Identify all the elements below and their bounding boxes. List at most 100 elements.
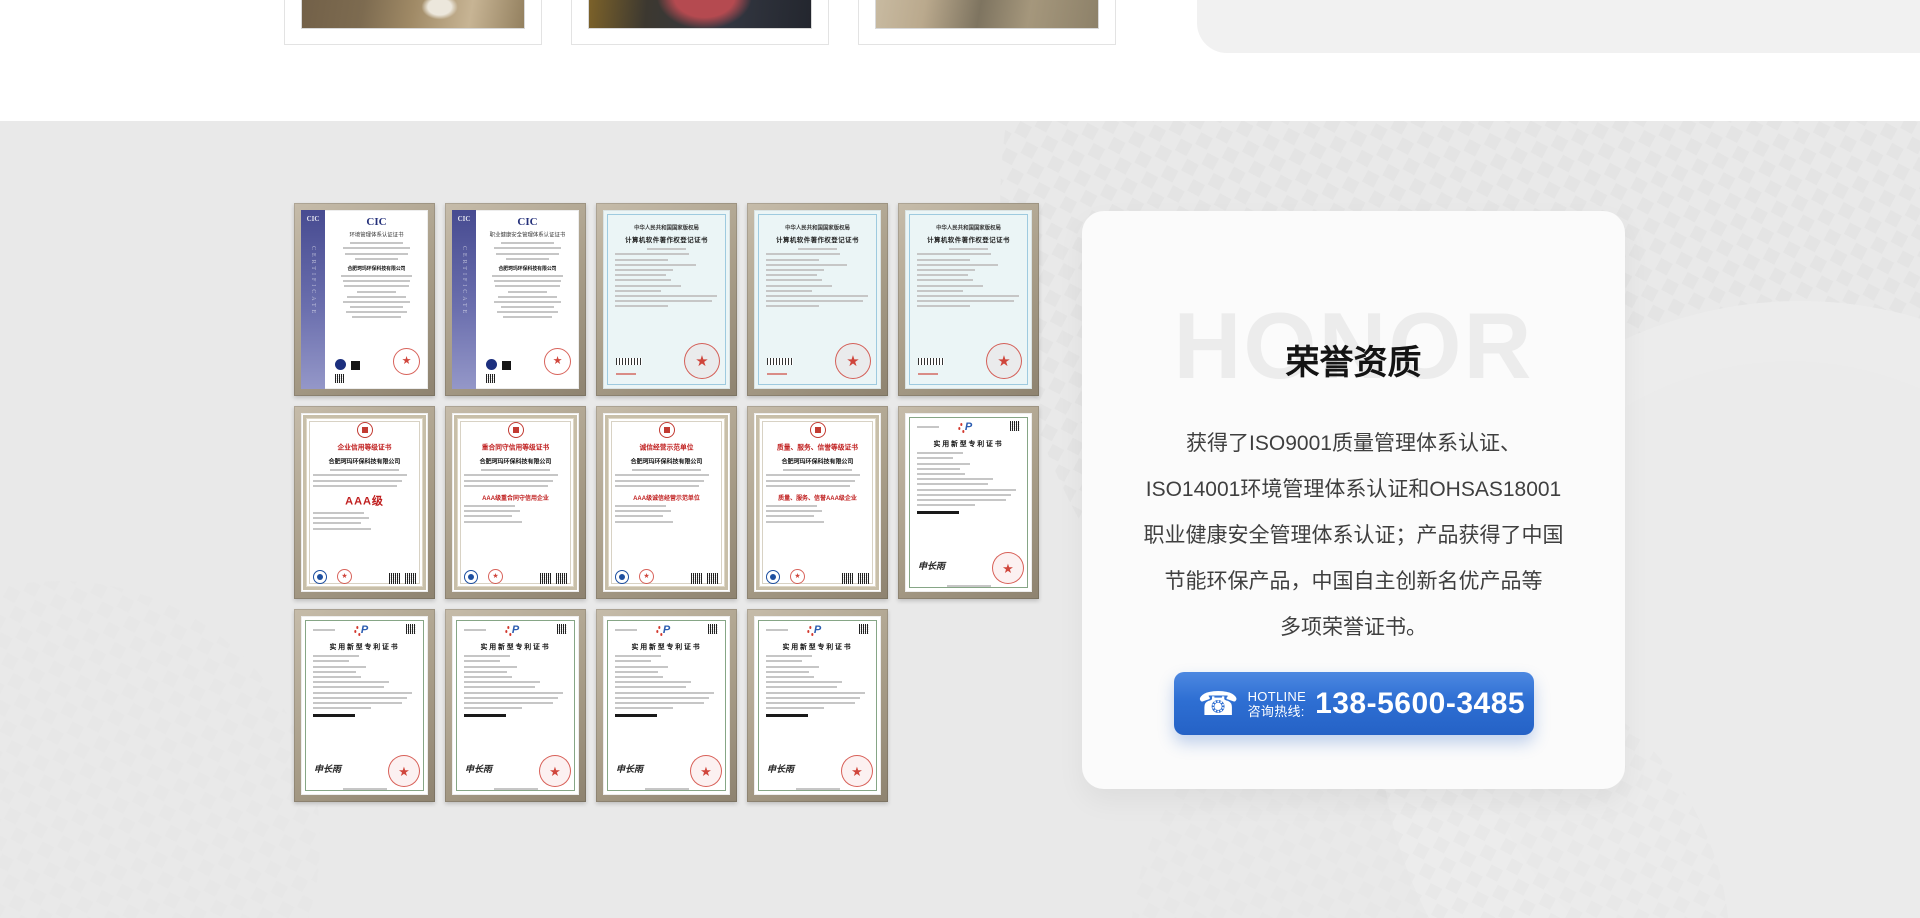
text-line [496, 253, 559, 255]
certificate-card[interactable]: P实用新型专利证书申长雨★ [294, 609, 435, 802]
cnipa-logo-icon: P [663, 624, 670, 636]
text-line [494, 280, 562, 282]
certificate-card[interactable]: 诚信经营示范单位合肥珂玛环保科技有限公司AAA级诚信经营示范单位★ [596, 406, 737, 599]
credit-association-logo-icon [615, 570, 629, 584]
qr-code-icon [405, 573, 416, 584]
red-star-stamp-icon: ★ [790, 569, 805, 584]
certificate-card[interactable]: 质量、服务、信誉等级证书合肥珂玛环保科技有限公司质量、服务、信誉AAA级企业★ [747, 406, 888, 599]
text-line [343, 280, 411, 282]
text-line [501, 306, 555, 308]
certificate-header: P [313, 624, 416, 638]
credit-emblem-icon [508, 422, 524, 438]
certificate-card[interactable]: CICCERTIFICATECIC职业健康安全管理体系认证证书合肥珂玛环保科技有… [445, 203, 586, 396]
qr-code-icon [540, 573, 551, 584]
project-photo-card-3[interactable] [858, 0, 1116, 45]
certificate-paper: CICCERTIFICATECIC职业健康安全管理体系认证证书合肥珂玛环保科技有… [452, 210, 579, 389]
project-photo-card-1[interactable] [284, 0, 542, 45]
red-star-stamp-icon: ★ [639, 569, 654, 584]
text-line [501, 242, 553, 244]
section-title: 荣誉资质 [1082, 335, 1625, 384]
authority-name: 中华人民共和国国家版权局 [911, 223, 1025, 231]
certificate-paper: P实用新型专利证书申长雨★ [754, 616, 881, 795]
certificate-card[interactable]: P实用新型专利证书申长雨★ [445, 609, 586, 802]
certificate-card[interactable]: P实用新型专利证书申长雨★ [898, 406, 1039, 599]
certificate-side-text: CERTIFICATE [461, 246, 467, 316]
text-line [492, 275, 563, 277]
certificate-company: 合肥珂玛环保科技有限公司 [460, 457, 572, 466]
certificate-card[interactable]: P实用新型专利证书申长雨★ [747, 609, 888, 802]
footer-line [343, 788, 387, 790]
hotline-button[interactable]: ☎ HOTLINE 咨询热线: 138-5600-3485 [1174, 672, 1534, 735]
signer-name: 申长雨 [918, 559, 945, 572]
certificate-card[interactable]: 中华人民共和国国家版权局计算机软件著作权登记证书★ [898, 203, 1039, 396]
certificate-title: 计算机软件著作权登记证书 [759, 235, 876, 244]
certificate-card[interactable]: 重合同守信用等级证书合肥珂玛环保科技有限公司AAA级重合同守信用企业★ [445, 406, 586, 599]
honor-description: 获得了ISO9001质量管理体系认证、 ISO14001环境管理体系认证和OHS… [1118, 421, 1589, 651]
text-line [347, 296, 406, 298]
registration-number [767, 373, 787, 375]
text-line [506, 258, 550, 260]
authority-name: 中华人民共和国国家版权局 [760, 223, 874, 231]
certificate-number-line [615, 629, 637, 631]
text-line [343, 247, 411, 249]
cnipa-logo-icon: P [361, 624, 368, 636]
certificate-company: 合肥珂玛环保科技有限公司 [309, 457, 421, 466]
certificate-paper: 中华人民共和国国家版权局计算机软件著作权登记证书 ★ [754, 210, 881, 389]
certificate-paper: 质量、服务、信誉等级证书合肥珂玛环保科技有限公司质量、服务、信誉AAA级企业★ [754, 413, 881, 592]
certificate-side-text: CERTIFICATE [310, 246, 316, 316]
national-emblem-seal-icon: ★ [690, 755, 722, 787]
certificate-card[interactable]: P实用新型专利证书申长雨★ [596, 609, 737, 802]
qr-code-icon [335, 374, 344, 383]
text-line [350, 306, 404, 308]
certificate-paper: P实用新型专利证书申长雨★ [905, 413, 1032, 592]
text-line [508, 291, 546, 293]
red-seal-icon: ★ [684, 343, 720, 379]
red-seal-icon: ★ [544, 348, 571, 375]
certificate-title: 重合同守信用等级证书 [458, 443, 572, 453]
certificate-card[interactable]: CICCERTIFICATECIC环境管理体系认证证书合肥珂玛环保科技有限公司★ [294, 203, 435, 396]
credit-emblem-icon [810, 422, 826, 438]
certificate-title: 诚信经营示范单位 [609, 443, 723, 453]
certificate-paper: P实用新型专利证书申长雨★ [603, 616, 730, 795]
qr-code-icon [389, 573, 400, 584]
certificate-title: 企业信用等级证书 [307, 443, 421, 453]
certificate-card[interactable]: 企业信用等级证书合肥珂玛环保科技有限公司AAA级★ [294, 406, 435, 599]
footer-line [796, 788, 840, 790]
cic-logo: CIC [452, 215, 476, 223]
red-star-stamp-icon: ★ [488, 569, 503, 584]
text-line [498, 296, 557, 298]
honor-panel: HONOR 荣誉资质 获得了ISO9001质量管理体系认证、 ISO14001环… [1082, 211, 1625, 789]
red-seal-icon: ★ [835, 343, 871, 379]
certificate-footer: ★ [615, 570, 718, 584]
certificate-company: 合肥珂玛环保科技有限公司 [611, 457, 723, 466]
page: CICCERTIFICATECIC环境管理体系认证证书合肥珂玛环保科技有限公司★… [0, 0, 1920, 918]
certificate-footer: ★ [335, 351, 420, 383]
hotline-label-zh: 咨询热线: [1248, 704, 1306, 719]
certificate-title: 实用新型专利证书 [608, 641, 725, 651]
credit-emblem-icon [659, 422, 675, 438]
text-line [343, 301, 409, 303]
description-line: 职业健康安全管理体系认证；产品获得了中国 [1118, 513, 1589, 559]
certificate-card[interactable]: 中华人民共和国国家版权局计算机软件著作权登记证书 ★ [747, 203, 888, 396]
cic-logo: CIC [333, 216, 420, 228]
certificate-title: 实用新型专利证书 [759, 641, 876, 651]
certificate-title: 质量、服务、信誉等级证书 [760, 443, 874, 453]
text-line [497, 311, 558, 313]
credit-association-logo-icon [313, 570, 327, 584]
cnipa-logo-icon: P [965, 421, 972, 433]
certificate-card[interactable]: 中华人民共和国国家版权局计算机软件著作权登记证书★ [596, 203, 737, 396]
accreditation-mark-icon [351, 361, 360, 370]
footer-line [645, 788, 689, 790]
certificate-title: 计算机软件著作权登记证书 [608, 235, 725, 244]
text-line [495, 285, 559, 287]
certificate-company: 合肥珂玛环保科技有限公司 [489, 264, 566, 271]
qr-code-icon [842, 573, 853, 584]
text-line [494, 247, 562, 249]
footer-line [494, 788, 538, 790]
project-photo-card-2[interactable] [571, 0, 829, 45]
qr-code-icon [691, 573, 702, 584]
certificate-number-line [766, 629, 788, 631]
hotline-label-en: HOTLINE [1248, 689, 1306, 704]
text-line [352, 316, 401, 318]
text-line [357, 291, 395, 293]
